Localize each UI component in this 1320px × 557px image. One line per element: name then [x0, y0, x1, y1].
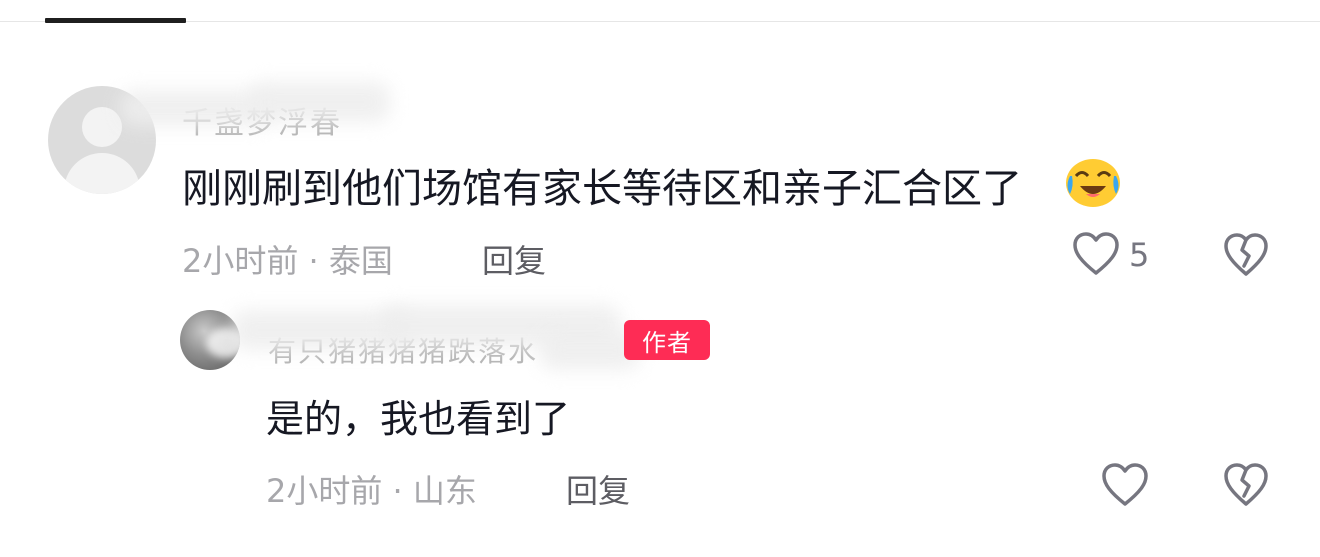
reply-meta: 2小时前 · 山东 [266, 472, 477, 510]
comment-meta: 2小时前 · 泰国 [182, 242, 393, 280]
like-heart-icon[interactable] [1100, 462, 1150, 508]
comment-text: 刚刚刷到他们场馆有家长等待区和亲子汇合区了 [182, 166, 1022, 212]
username-blur [120, 90, 270, 126]
tab-indicator [45, 18, 186, 23]
reply-text: 是的，我也看到了 [266, 397, 571, 441]
reply-button[interactable]: 回复 [482, 236, 546, 282]
username-blur [250, 82, 390, 122]
reply-avatar[interactable] [180, 310, 240, 370]
crying-laughing-emoji-icon [1066, 159, 1120, 207]
reply-reply-button[interactable]: 回复 [566, 466, 630, 512]
like-heart-icon[interactable] [1071, 231, 1121, 277]
top-divider [0, 21, 1320, 22]
like-count: 5 [1129, 236, 1150, 274]
dislike-broken-heart-icon[interactable] [1222, 462, 1270, 508]
avatar-placeholder-body [64, 153, 140, 194]
dislike-broken-heart-icon[interactable] [1222, 232, 1270, 278]
avatar-placeholder-head [82, 107, 122, 147]
author-badge: 作者 [624, 320, 710, 360]
